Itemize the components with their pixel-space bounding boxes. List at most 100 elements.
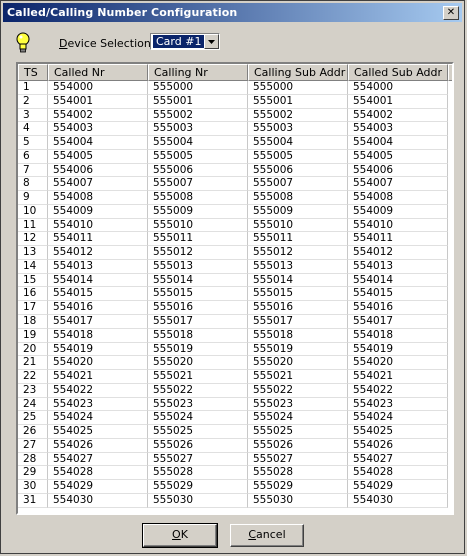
table-cell[interactable]: 554028 [48,466,148,481]
table-cell[interactable]: 554021 [48,370,148,384]
table-cell[interactable]: 555015 [148,287,248,302]
table-cell[interactable]: 25 [18,411,48,426]
table-cell[interactable]: 555000 [248,81,348,95]
table-cell[interactable]: 554004 [348,136,448,150]
table-cell[interactable]: 554024 [348,411,448,426]
table-row[interactable]: 8 554007 555007 555007 554007 [18,177,452,192]
table-cell[interactable]: 555024 [248,411,348,426]
table-cell[interactable]: 555003 [248,122,348,137]
table-cell[interactable]: 555024 [148,411,248,426]
table-cell[interactable]: 555016 [248,301,348,316]
table-cell[interactable]: 555014 [248,273,348,288]
table-cell[interactable]: 555020 [148,356,248,371]
table-cell[interactable]: 12 [18,232,48,247]
table-cell[interactable]: 554010 [48,218,148,233]
table-cell[interactable]: 554008 [48,191,148,205]
device-selection-dropdown[interactable]: Card #1 [150,33,220,50]
table-cell[interactable]: 555030 [148,493,248,508]
table-cell[interactable]: 554001 [348,94,448,109]
table-cell[interactable]: 555019 [148,342,248,357]
table-cell[interactable]: 555005 [148,149,248,164]
table-row[interactable]: 15 554014 555014 555014 554014 [18,273,452,288]
table-cell[interactable]: 2 [18,94,48,109]
table-row[interactable]: 7 554006 555006 555006 554006 [18,163,452,178]
close-button[interactable]: ✕ [443,6,459,20]
table-cell[interactable]: 554003 [48,122,148,137]
table-cell[interactable]: 554029 [48,480,148,494]
table-row[interactable]: 16 554015 555015 555015 554015 [18,287,452,302]
table-cell[interactable]: 6 [18,149,48,164]
table-cell[interactable]: 26 [18,425,48,439]
table-row[interactable]: 24 554023 555023 555023 554023 [18,397,452,412]
table-cell[interactable]: 554030 [348,493,448,508]
table-cell[interactable]: 554003 [348,122,448,137]
table-cell[interactable]: 15 [18,273,48,288]
table-cell[interactable]: 554007 [48,177,148,192]
table-cell[interactable]: 9 [18,191,48,205]
table-cell[interactable]: 555028 [248,466,348,481]
table-row[interactable]: 22 554021 555021 555021 554021 [18,370,452,384]
table-cell[interactable]: 554015 [348,287,448,302]
table-cell[interactable]: 555009 [248,204,348,219]
table-cell[interactable]: 1 [18,81,48,95]
table-cell[interactable]: 555029 [248,480,348,494]
table-cell[interactable]: 554006 [348,163,448,178]
table-cell[interactable]: 18 [18,315,48,329]
table-cell[interactable]: 554026 [48,438,148,453]
table-cell[interactable]: 555007 [148,177,248,192]
table-cell[interactable]: 554016 [48,301,148,316]
table-row[interactable]: 6 554005 555005 555005 554005 [18,149,452,164]
table-cell[interactable]: 555006 [248,163,348,178]
table-cell[interactable]: 555026 [148,438,248,453]
table-cell[interactable]: 555004 [248,136,348,150]
table-cell[interactable]: 555026 [248,438,348,453]
table-cell[interactable]: 555012 [248,246,348,260]
table-cell[interactable]: 555013 [148,259,248,274]
table-cell[interactable]: 555021 [148,370,248,384]
table-cell[interactable]: 554025 [348,425,448,439]
table-cell[interactable]: 554025 [48,425,148,439]
table-cell[interactable]: 555002 [148,108,248,123]
table-cell[interactable]: 555013 [248,259,348,274]
table-row[interactable]: 31 554030 555030 555030 554030 [18,493,452,508]
table-cell[interactable]: 554011 [48,232,148,247]
table-cell[interactable]: 554012 [348,246,448,260]
table-cell[interactable]: 555027 [148,452,248,467]
table-cell[interactable]: 24 [18,397,48,412]
table-cell[interactable]: 554013 [348,259,448,274]
table-cell[interactable]: 554012 [48,246,148,260]
table-row[interactable]: 30 554029 555029 555029 554029 [18,480,452,494]
table-cell[interactable]: 21 [18,356,48,371]
table-cell[interactable]: 554030 [48,493,148,508]
table-cell[interactable]: 13 [18,246,48,260]
table-cell[interactable]: 555023 [148,397,248,412]
table-cell[interactable]: 19 [18,328,48,343]
table-cell[interactable]: 555000 [148,81,248,95]
table-row[interactable]: 19 554018 555018 555018 554018 [18,328,452,343]
table-cell[interactable]: 555025 [248,425,348,439]
table-row[interactable]: 12 554011 555011 555011 554011 [18,232,452,247]
table-row[interactable]: 2 554001 555001 555001 554001 [18,94,452,109]
table-cell[interactable]: 554023 [348,397,448,412]
table-cell[interactable]: 555018 [248,328,348,343]
table-cell[interactable]: 554019 [48,342,148,357]
table-cell[interactable]: 554028 [348,466,448,481]
table-cell[interactable]: 16 [18,287,48,302]
table-cell[interactable]: 554023 [48,397,148,412]
table-cell[interactable]: 23 [18,383,48,398]
table-cell[interactable]: 554004 [48,136,148,150]
table-cell[interactable]: 555017 [248,315,348,329]
table-cell[interactable]: 554022 [348,383,448,398]
column-header[interactable]: Calling Sub Addr [248,64,348,81]
table-row[interactable]: 11 554010 555010 555010 554010 [18,218,452,233]
table-row[interactable]: 28 554027 555027 555027 554027 [18,452,452,467]
table-cell[interactable]: 554011 [348,232,448,247]
table-cell[interactable]: 554007 [348,177,448,192]
table-row[interactable]: 26 554025 555025 555025 554025 [18,425,452,439]
table-cell[interactable]: 555017 [148,315,248,329]
table-cell[interactable]: 554016 [348,301,448,316]
table-cell[interactable]: 555002 [248,108,348,123]
table-row[interactable]: 9 554008 555008 555008 554008 [18,191,452,205]
table-cell[interactable]: 555020 [248,356,348,371]
table-cell[interactable]: 7 [18,163,48,178]
